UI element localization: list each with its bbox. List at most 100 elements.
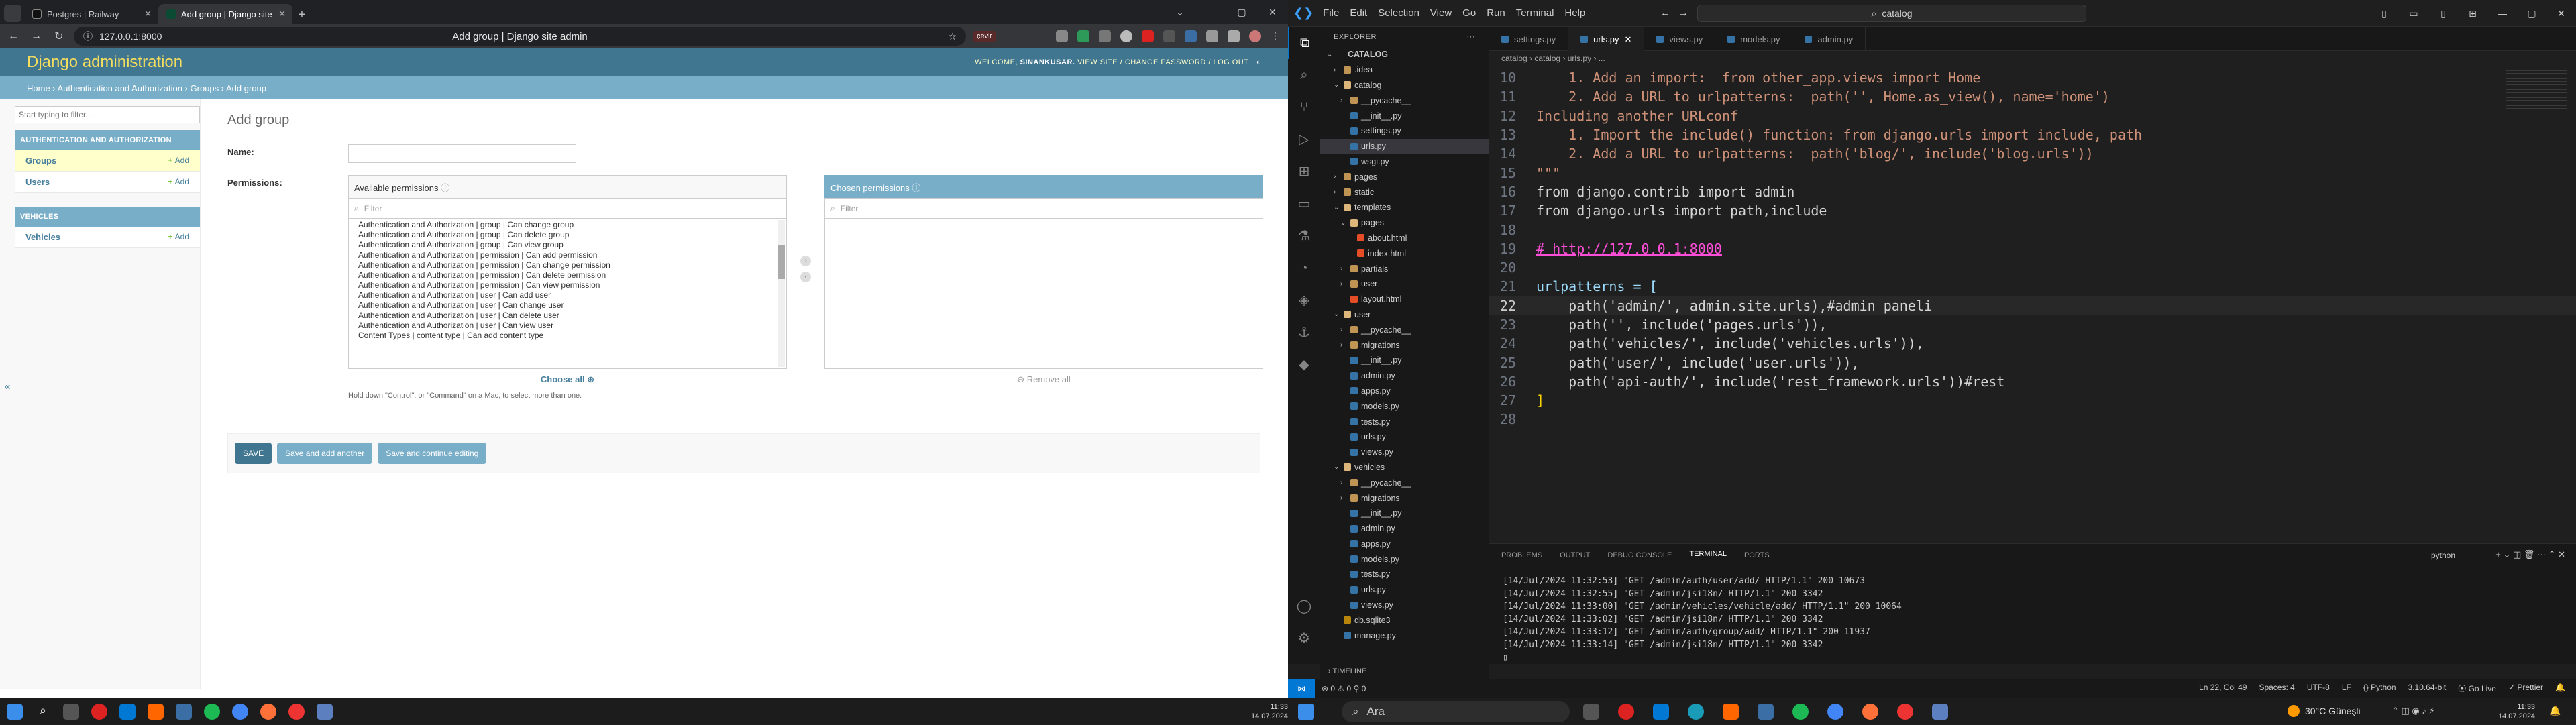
code-line[interactable]: 27] bbox=[1489, 391, 2576, 410]
forward-arrow-icon[interactable]: → bbox=[1678, 7, 1688, 19]
tree-file[interactable]: apps.py bbox=[1320, 384, 1489, 399]
tree-folder[interactable]: ⌄ CATALOG bbox=[1320, 47, 1489, 62]
add-link[interactable]: Add bbox=[168, 177, 189, 187]
tab-search-icon[interactable]: ⌄ bbox=[1165, 7, 1195, 18]
save-button[interactable]: SAVE bbox=[235, 443, 272, 464]
permission-option[interactable]: Authentication and Authorization | user … bbox=[358, 321, 777, 331]
toggle-nav-sidebar-icon[interactable]: « bbox=[0, 381, 15, 393]
tree-folder[interactable]: ⌄ catalog bbox=[1320, 78, 1489, 93]
chrome-icon[interactable] bbox=[232, 704, 248, 720]
layout-sidebar-icon[interactable]: ▯ bbox=[2369, 8, 2399, 19]
permission-option[interactable]: Authentication and Authorization | permi… bbox=[358, 270, 777, 280]
maximize-button[interactable]: ▢ bbox=[1226, 7, 1257, 18]
tree-file[interactable]: settings.py bbox=[1320, 123, 1489, 139]
tree-file[interactable]: urls.py bbox=[1320, 582, 1489, 598]
tree-file[interactable]: db.sqlite3 bbox=[1320, 612, 1489, 628]
code-line[interactable]: 12 Including another URLconf bbox=[1489, 107, 2576, 125]
run-debug-icon[interactable]: ▷ bbox=[1288, 123, 1320, 156]
yandex-icon[interactable] bbox=[288, 704, 305, 720]
code-line[interactable]: 26 path('api-auth/', include('rest_frame… bbox=[1489, 372, 2576, 391]
vscode-icon[interactable] bbox=[119, 704, 136, 720]
close-button[interactable]: ✕ bbox=[1257, 7, 1288, 18]
chosen-list[interactable] bbox=[824, 218, 1263, 369]
interpreter-status[interactable]: 3.10.64-bit bbox=[2408, 683, 2447, 694]
back-arrow-icon[interactable]: ← bbox=[1660, 7, 1670, 19]
close-button[interactable]: ✕ bbox=[2546, 8, 2576, 19]
tree-file[interactable]: __init__.py bbox=[1320, 108, 1489, 123]
code-line[interactable]: 15 """ bbox=[1489, 163, 2576, 182]
translate-extension[interactable]: çevir bbox=[973, 31, 997, 42]
tree-file[interactable]: wsgi.py bbox=[1320, 154, 1489, 170]
tree-file[interactable]: admin.py bbox=[1320, 521, 1489, 537]
opera-icon[interactable] bbox=[91, 704, 107, 720]
tree-folder[interactable]: › migrations bbox=[1320, 337, 1489, 353]
app-caption[interactable]: AUTHENTICATION AND AUTHORIZATION bbox=[15, 130, 200, 150]
command-center[interactable]: ⌕ catalog bbox=[1697, 5, 2086, 22]
cursor-position[interactable]: Ln 22, Col 49 bbox=[2199, 683, 2247, 694]
scrollbar-thumb[interactable] bbox=[778, 245, 785, 279]
permission-option[interactable]: Authentication and Authorization | group… bbox=[358, 240, 777, 250]
encoding-status[interactable]: UTF-8 bbox=[2307, 683, 2330, 694]
editor-tab[interactable]: admin.py bbox=[1792, 27, 1866, 51]
task-view-icon[interactable] bbox=[1583, 704, 1599, 720]
menu-item[interactable]: Run bbox=[1487, 7, 1505, 19]
menu-item[interactable]: Selection bbox=[1378, 7, 1419, 19]
layout-secondary-icon[interactable]: ▯ bbox=[2428, 8, 2458, 19]
layout-panel-icon[interactable]: ▭ bbox=[2399, 8, 2428, 19]
permission-option[interactable]: Authentication and Authorization | group… bbox=[358, 220, 777, 230]
add-link[interactable]: Add bbox=[168, 156, 189, 166]
edge-icon[interactable] bbox=[1688, 704, 1704, 720]
theme-toggle-icon[interactable]: ◐ bbox=[1256, 58, 1261, 66]
menu-item[interactable]: Go bbox=[1462, 7, 1476, 19]
tree-file[interactable]: models.py bbox=[1320, 398, 1489, 414]
search-icon[interactable]: ⌕ bbox=[35, 704, 51, 720]
maximize-button[interactable]: ▢ bbox=[2517, 8, 2546, 19]
remove-arrow-icon[interactable]: ‹ bbox=[800, 272, 811, 282]
model-link[interactable]: Vehicles bbox=[25, 232, 60, 242]
add-link[interactable]: Add bbox=[168, 232, 189, 242]
tree-folder[interactable]: › pages bbox=[1320, 169, 1489, 184]
timeline-section[interactable]: › TIMELINE bbox=[1320, 664, 1489, 679]
menu-item[interactable]: View bbox=[1430, 7, 1452, 19]
code-line[interactable]: 16 from django.contrib import admin bbox=[1489, 182, 2576, 201]
permission-option[interactable]: Authentication and Authorization | user … bbox=[358, 311, 777, 321]
tree-folder[interactable]: › __pycache__ bbox=[1320, 322, 1489, 337]
reload-icon[interactable]: ↻ bbox=[51, 30, 67, 43]
permission-option[interactable]: Content Types | content type | Can add c… bbox=[358, 331, 777, 341]
tree-file[interactable]: __init__.py bbox=[1320, 506, 1489, 521]
tree-file[interactable]: layout.html bbox=[1320, 292, 1489, 307]
anchor-icon[interactable]: ⚓ bbox=[1288, 317, 1320, 349]
more-icon[interactable]: ··· bbox=[1467, 33, 1476, 41]
brave-icon[interactable] bbox=[148, 704, 164, 720]
back-arrow-icon[interactable]: ← bbox=[5, 30, 21, 42]
permission-option[interactable]: Authentication and Authorization | user … bbox=[358, 300, 777, 311]
tree-file[interactable]: tests.py bbox=[1320, 414, 1489, 429]
remote-explorer-icon[interactable]: ▭ bbox=[1288, 188, 1320, 220]
permission-option[interactable]: Authentication and Authorization | permi… bbox=[358, 280, 777, 290]
extension-icon[interactable] bbox=[1120, 30, 1132, 42]
search-icon[interactable]: ⌕ bbox=[1288, 59, 1320, 91]
profile-avatar[interactable] bbox=[1249, 30, 1261, 42]
scrollbar[interactable] bbox=[778, 220, 785, 367]
prettier-status[interactable]: ✓ Prettier bbox=[2508, 683, 2543, 694]
tree-file[interactable]: index.html bbox=[1320, 245, 1489, 261]
panel-tab[interactable]: PROBLEMS bbox=[1501, 551, 1542, 559]
editor-tab[interactable]: views.py bbox=[1644, 27, 1716, 51]
tree-folder[interactable]: › .idea bbox=[1320, 62, 1489, 78]
name-input[interactable] bbox=[348, 144, 576, 163]
brave-icon[interactable] bbox=[1723, 704, 1739, 720]
close-icon[interactable]: ✕ bbox=[278, 9, 286, 19]
app-caption[interactable]: VEHICLES bbox=[15, 207, 200, 227]
code-line[interactable]: 11 2. Add a URL to urlpatterns: path('',… bbox=[1489, 87, 2576, 106]
extension-icon[interactable] bbox=[1099, 30, 1111, 42]
minimap[interactable] bbox=[2506, 68, 2567, 109]
nav-filter-input[interactable] bbox=[15, 106, 200, 123]
new-tab-button[interactable]: + bbox=[292, 5, 311, 24]
opera-icon[interactable] bbox=[1618, 704, 1634, 720]
panel-tab[interactable]: DEBUG CONSOLE bbox=[1607, 551, 1672, 559]
forward-arrow-icon[interactable]: → bbox=[28, 30, 44, 42]
tree-folder[interactable]: ⌄ pages bbox=[1320, 215, 1489, 231]
panel-tab[interactable]: TERMINAL bbox=[1689, 550, 1727, 561]
tree-file[interactable]: about.html bbox=[1320, 231, 1489, 246]
code-line[interactable]: 14 2. Add a URL to urlpatterns: path('bl… bbox=[1489, 144, 2576, 163]
